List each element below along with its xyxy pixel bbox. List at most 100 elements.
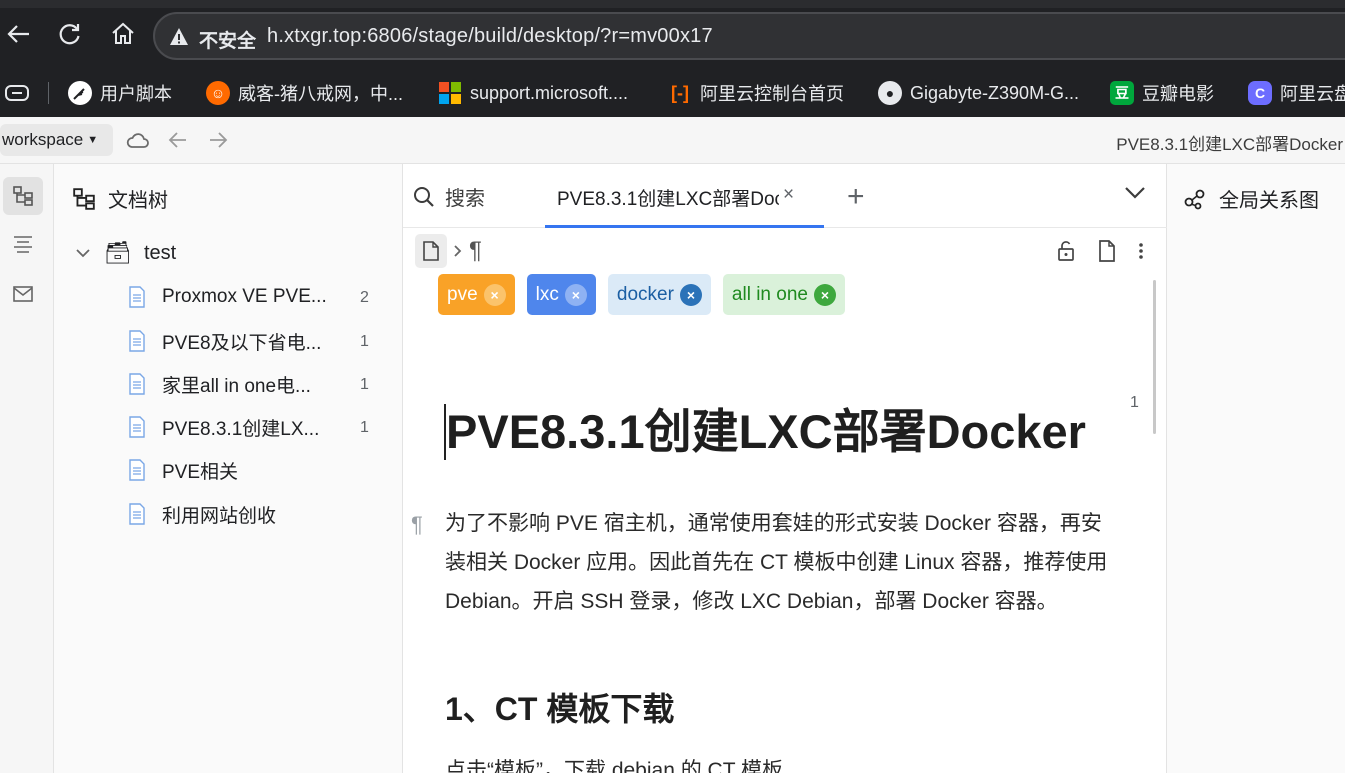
breadcrumb: ¶ [415, 234, 482, 268]
bookmark-aliyun-drive[interactable]: C 阿里云盘 [1248, 78, 1345, 108]
aliyun-drive-icon: C [1248, 81, 1272, 105]
home-button[interactable] [105, 16, 141, 52]
editor-tab-bar: 搜索 PVE8.3.1创建LXC部署Docker × + [403, 164, 1167, 228]
tag-all-in-one[interactable]: all in one × [722, 274, 845, 315]
tree-doc-item[interactable]: PVE8.3.1创建LX... [126, 412, 386, 442]
bookmark-douban[interactable]: 豆 豆瓣电影 [1110, 78, 1214, 108]
paragraph-icon[interactable]: ¶ [411, 512, 423, 538]
bookmark-microsoft[interactable]: support.microsoft.... [438, 78, 628, 108]
tag-label: lxc [535, 283, 559, 305]
tree-doc-count: 1 [360, 376, 369, 393]
tree-doc-label: 家里all in one电... [162, 375, 311, 397]
bookmark-user-scripts[interactable]: 用户脚本 [68, 78, 172, 108]
document-icon[interactable] [1098, 240, 1116, 262]
right-panel: 全局关系图 [1167, 164, 1345, 773]
doc-paragraph[interactable]: 为了不影响 PVE 宿主机，通常使用套娃的形式安装 Docker 容器，再安装相… [445, 504, 1109, 621]
remove-tag-icon[interactable]: × [679, 283, 702, 306]
remove-tag-icon[interactable]: × [564, 283, 587, 306]
dock-outline-button[interactable] [3, 226, 43, 264]
tree-doc-item[interactable]: PVE8及以下省电... [126, 326, 386, 356]
bookmarks-bar: 用户脚本 ☺ 威客-猪八戒网，中... support.microsoft...… [0, 68, 1345, 117]
chevron-down-icon [1125, 187, 1145, 199]
tag-pve[interactable]: pve × [438, 274, 515, 315]
dock-file-tree-button[interactable] [3, 177, 43, 215]
address-bar[interactable]: 不安全 h.xtxgr.top:6806/stage/build/desktop… [153, 12, 1345, 60]
plus-icon[interactable]: + [847, 180, 865, 214]
unlock-icon[interactable] [1056, 240, 1076, 262]
tree-doc-item[interactable]: 利用网站创收 [126, 499, 386, 529]
tree-doc-label: Proxmox VE PVE... [162, 286, 327, 307]
tree-doc-label: PVE相关 [162, 461, 239, 483]
arrow-right-icon [210, 132, 228, 148]
document-icon [126, 330, 148, 352]
reload-button[interactable] [51, 16, 87, 52]
document-icon [126, 416, 148, 438]
tabs-more-button[interactable] [1123, 184, 1147, 205]
tree-doc-count: 1 [360, 333, 369, 350]
tree-doc-count: 2 [360, 289, 369, 306]
close-icon[interactable]: × [783, 184, 794, 206]
tag-label: docker [616, 283, 674, 305]
warning-icon[interactable] [169, 27, 189, 47]
bookmark-label: 威客-猪八戒网，中... [238, 84, 403, 104]
bookmark-aliyun[interactable]: [-] 阿里云控制台首页 [668, 78, 844, 108]
tag-lxc[interactable]: lxc × [526, 274, 596, 315]
tag-docker[interactable]: docker × [607, 274, 711, 315]
dock-inbox-button[interactable] [3, 275, 43, 313]
document-icon [126, 503, 148, 525]
tree-doc-item[interactable]: 家里all in one电... [126, 369, 386, 399]
back-button[interactable] [0, 16, 36, 52]
remove-tag-icon[interactable]: × [483, 283, 506, 306]
chevron-down-icon[interactable] [74, 246, 92, 260]
search-icon [414, 186, 434, 207]
tab-search[interactable]: 搜索 [413, 182, 485, 211]
tag-list: pve × lxc × docker × all in one × [438, 274, 845, 315]
url-text[interactable]: h.xtxgr.top:6806/stage/build/desktop/?r=… [267, 25, 713, 48]
notebook-icon: 🗃 [104, 240, 132, 265]
file-tree-panel: 文档树 🗃 test Proxmox VE PVE... 2 PVE8及以下省电… [54, 164, 403, 773]
global-graph-header[interactable]: 全局关系图 [1183, 184, 1319, 213]
file-tree-icon [73, 187, 95, 210]
doc-section-text[interactable]: 点击“模板”，下载 debian 的 CT 模板 [445, 754, 783, 773]
paragraph-icon[interactable]: ¶ [469, 237, 482, 265]
outline-icon [14, 236, 32, 253]
editor-scrollbar[interactable] [1153, 280, 1156, 434]
security-label[interactable]: 不安全 [199, 26, 256, 53]
tab-label: PVE8.3.1创建LXC部署Docker [557, 189, 779, 210]
more-vertical-icon[interactable] [1138, 241, 1144, 261]
home-icon [112, 22, 134, 44]
microsoft-logo-icon [438, 81, 462, 105]
notebook-item[interactable]: 🗃 test [74, 240, 176, 266]
doc-heading[interactable]: PVE8.3.1创建LXC部署Docker [444, 404, 1086, 460]
sync-cloud-button[interactable] [126, 128, 150, 152]
tree-doc-item[interactable]: PVE相关 [126, 455, 386, 485]
app-toolbar: workspace ▼ PVE8.3.1创建LXC部署Docker [0, 117, 1345, 164]
mail-icon [13, 286, 33, 302]
notebook-label: test [143, 241, 177, 264]
browser-toolbar: 不安全 h.xtxgr.top:6806/stage/build/desktop… [0, 0, 1345, 68]
bookmark-github[interactable]: ● Gigabyte-Z390M-G... [878, 78, 1079, 108]
tree-doc-label: PVE8.3.1创建LX... [162, 418, 320, 440]
bookmark-label: Gigabyte-Z390M-G... [910, 82, 1080, 103]
remove-tag-icon[interactable]: × [813, 283, 836, 306]
aliyun-logo-icon: [-] [671, 82, 689, 103]
workspace-selector[interactable]: workspace ▼ [0, 124, 113, 156]
tree-doc-count: 1 [360, 419, 369, 436]
history-back-button[interactable] [166, 128, 190, 152]
cloud-icon [126, 133, 149, 148]
breadcrumb-doc-button[interactable] [415, 234, 447, 268]
tab-search-button[interactable] [4, 78, 30, 108]
global-graph-title: 全局关系图 [1219, 190, 1319, 212]
back-arrow-icon [7, 25, 29, 43]
douban-logo-icon: 豆 [1110, 81, 1134, 105]
tree-doc-item[interactable]: Proxmox VE PVE... [126, 282, 386, 312]
chevron-right-icon [454, 245, 462, 257]
bookmark-label: 用户脚本 [100, 84, 172, 104]
tab-active-doc[interactable]: PVE8.3.1创建LXC部署Docker × [545, 164, 824, 228]
history-forward-button[interactable] [206, 128, 230, 152]
left-dock [0, 164, 54, 773]
document-icon [126, 459, 148, 481]
document-icon [126, 373, 148, 395]
doc-section-heading[interactable]: 1、CT 模板下载 [445, 684, 674, 730]
bookmark-zbj[interactable]: ☺ 威客-猪八戒网，中... [206, 78, 403, 108]
